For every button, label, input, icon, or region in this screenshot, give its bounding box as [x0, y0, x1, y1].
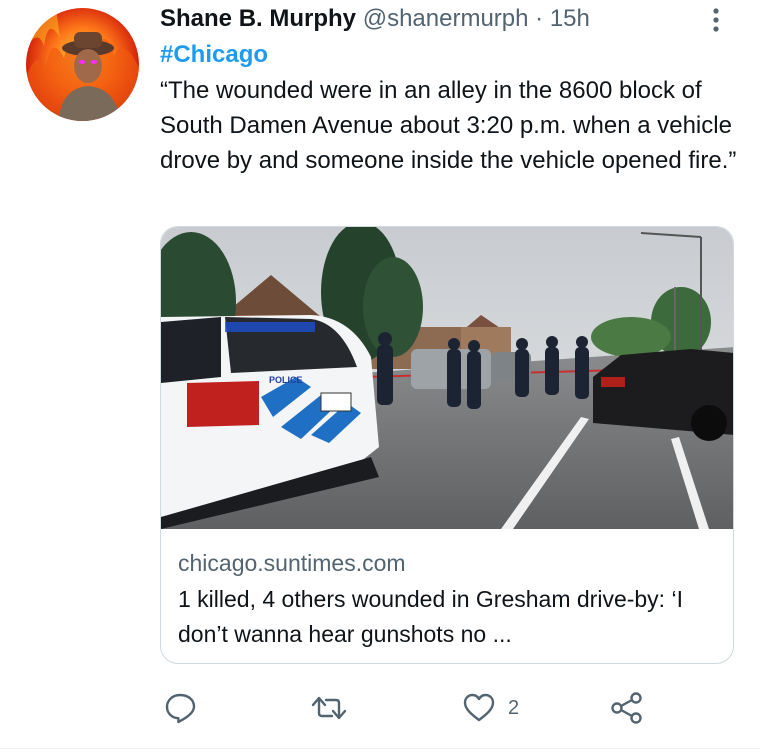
svg-text:POLICE: POLICE — [269, 375, 303, 385]
separator-dot: · — [535, 5, 544, 32]
avatar[interactable] — [26, 8, 139, 121]
retweet-button[interactable] — [311, 685, 347, 731]
timestamp[interactable]: 15h — [550, 5, 590, 32]
author-handle[interactable]: @shanermurph — [363, 5, 529, 32]
author-name[interactable]: Shane B. Murphy — [160, 5, 356, 32]
retweet-icon — [311, 691, 347, 725]
like-count: 2 — [508, 696, 520, 719]
card-domain[interactable]: chicago.suntimes.com — [178, 548, 406, 578]
card-title[interactable]: 1 killed, 4 others wounded in Gresham dr… — [178, 582, 718, 652]
link-card[interactable]: POLICE chicago.suntimes.com 1 killed, 4 … — [160, 226, 734, 664]
share-icon — [610, 691, 644, 725]
tweet-text: “The wounded were in an alley in the 860… — [160, 77, 737, 174]
tweet[interactable]: Shane B. Murphy @shanermurph · 15h #Chic… — [0, 0, 760, 753]
heart-icon — [462, 691, 496, 725]
hashtag-link[interactable]: #Chicago — [160, 40, 268, 70]
more-vertical-icon[interactable] — [706, 6, 726, 34]
action-bar: 2 — [0, 685, 760, 731]
reply-button[interactable] — [164, 685, 198, 731]
share-button[interactable] — [610, 685, 644, 731]
card-image[interactable]: POLICE — [161, 227, 734, 529]
like-button[interactable]: 2 — [462, 685, 519, 731]
reply-icon — [164, 691, 198, 725]
tweet-header: Shane B. Murphy @shanermurph · 15h — [160, 4, 590, 34]
tweet-divider — [0, 748, 760, 749]
